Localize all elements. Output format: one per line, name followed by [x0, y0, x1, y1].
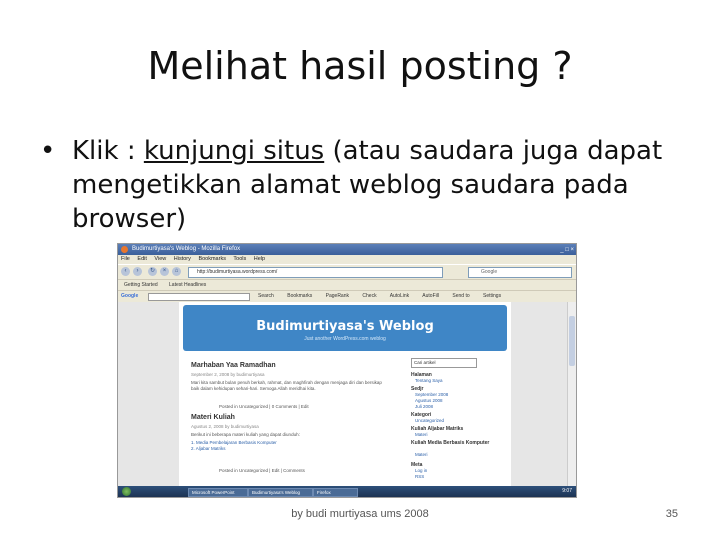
google-toolbar: Google Search Bookmarks PageRank Check A…: [118, 290, 576, 302]
stop-icon[interactable]: ×: [160, 267, 169, 276]
post-meta: September 2, 2008 by budimurtiyasa: [191, 372, 265, 377]
web-page: Budimurtiyasa's Weblog Just another Word…: [118, 302, 568, 486]
google-logo: Google: [121, 293, 139, 299]
navigation-toolbar: ‹ › ↻ × ⌂ http://budimurtiyasa.wordpress…: [118, 264, 576, 279]
sidebar-link[interactable]: Agustus 2008: [415, 398, 443, 403]
post-title[interactable]: Marhaban Yaa Ramadhan: [191, 362, 276, 369]
menu-edit[interactable]: Edit: [137, 256, 146, 262]
post-meta: Agustus 2, 2008 by budimurtiyasa: [191, 424, 259, 429]
browser-screenshot: Budimurtiyasa's Weblog - Mozilla Firefox…: [117, 243, 577, 498]
post-links[interactable]: Posted in Uncategorized | Edit | Comment…: [219, 468, 305, 473]
menu-view[interactable]: View: [154, 256, 166, 262]
reload-icon[interactable]: ↻: [148, 267, 157, 276]
forward-arrow-icon[interactable]: ›: [133, 267, 142, 276]
bookmark-getting-started[interactable]: Getting Started: [124, 282, 158, 288]
google-search-input[interactable]: [148, 293, 250, 301]
window-title: Budimurtiyasa's Weblog - Mozilla Firefox: [132, 246, 241, 252]
google-item[interactable]: Settings: [483, 293, 501, 299]
start-button-icon[interactable]: [122, 487, 131, 496]
menu-bar: File Edit View History Bookmarks Tools H…: [118, 255, 576, 264]
window-controls[interactable]: _ □ ×: [560, 245, 574, 256]
post-body: Mari kita sambut bulan penuh berkah, rah…: [191, 380, 382, 391]
blog-tagline: Just another WordPress.com weblog: [304, 336, 386, 342]
post-body: Berikut ini beberapa materi kuliah yang …: [191, 432, 300, 437]
slide-footer: by budi murtiyasa ums 2008: [291, 508, 429, 520]
bookmark-latest-headlines[interactable]: Latest Headlines: [169, 282, 206, 288]
bullet-point: • Klik : kunjungi situs (atau saudara ju…: [40, 134, 690, 236]
sidebar-link[interactable]: Log in: [415, 468, 427, 473]
bullet-text: Klik : kunjungi situs (atau saudara juga…: [72, 134, 690, 236]
google-item[interactable]: Send to: [452, 293, 469, 299]
menu-history[interactable]: History: [174, 256, 191, 262]
sidebar-link[interactable]: Materi: [415, 432, 428, 437]
google-item[interactable]: AutoLink: [390, 293, 409, 299]
visit-site-link[interactable]: kunjungi situs: [144, 136, 324, 166]
sidebar-link[interactable]: Juli 2008: [415, 404, 433, 409]
post-list: 1. Media Pembelajaran Berbasis Komputer …: [191, 440, 277, 452]
sidebar-link[interactable]: Uncategorized: [415, 418, 444, 423]
sidebar-link[interactable]: Materi: [415, 452, 428, 457]
back-arrow-icon[interactable]: ‹: [121, 267, 130, 276]
sidebar-link[interactable]: September 2008: [415, 392, 448, 397]
sidebar-link[interactable]: Tentang Saya: [415, 378, 443, 383]
bullet-marker: •: [40, 136, 56, 166]
menu-help[interactable]: Help: [254, 256, 265, 262]
google-item[interactable]: PageRank: [326, 293, 349, 299]
blog-title: Budimurtiyasa's Weblog: [256, 319, 434, 334]
slide-title: Melihat hasil posting ?: [147, 44, 573, 88]
windows-taskbar: Microsoft PowerPoint Budimurtiyasa's Web…: [118, 486, 576, 497]
post-title[interactable]: Materi Kuliah: [191, 414, 235, 421]
scrollbar-thumb[interactable]: [569, 316, 575, 366]
list-item[interactable]: 2. Aljabar Matriks: [191, 446, 277, 452]
bookmarks-toolbar: Getting Started Latest Headlines: [118, 279, 576, 290]
address-bar[interactable]: http://budimurtiyasa.wordpress.com/: [188, 267, 443, 278]
blog-header[interactable]: Budimurtiyasa's Weblog Just another Word…: [183, 305, 507, 351]
firefox-icon: [121, 246, 128, 253]
sidebar-link[interactable]: RSS: [415, 474, 424, 479]
window-titlebar: Budimurtiyasa's Weblog - Mozilla Firefox…: [118, 244, 576, 255]
menu-bookmarks[interactable]: Bookmarks: [198, 256, 226, 262]
google-item[interactable]: AutoFill: [422, 293, 439, 299]
search-input[interactable]: Google: [468, 267, 572, 278]
post-links[interactable]: Posted in Uncategorized | 0 Comments | E…: [219, 404, 309, 409]
google-item[interactable]: Bookmarks: [287, 293, 312, 299]
sidebar-heading: Kuliah Media Berbasis Komputer: [411, 440, 490, 446]
blog-content: Budimurtiyasa's Weblog Just another Word…: [179, 302, 511, 486]
taskbar-clock: 9:07: [562, 488, 572, 494]
taskbar-item[interactable]: Microsoft PowerPoint: [188, 488, 248, 497]
menu-tools[interactable]: Tools: [233, 256, 246, 262]
sidebar-search-input[interactable]: Cari artikel: [411, 358, 477, 368]
bullet-prefix: Klik :: [72, 136, 144, 166]
home-icon[interactable]: ⌂: [172, 267, 181, 276]
menu-file[interactable]: File: [121, 256, 130, 262]
page-scrollbar[interactable]: [567, 302, 576, 486]
taskbar-item[interactable]: Firefox: [313, 488, 358, 497]
google-item[interactable]: Check: [362, 293, 376, 299]
google-item[interactable]: Search: [258, 293, 274, 299]
google-toolbar-items: Search Bookmarks PageRank Check AutoLink…: [258, 291, 513, 302]
page-number: 35: [665, 508, 678, 520]
taskbar-item[interactable]: Budimurtiyasa's Weblog: [248, 488, 313, 497]
